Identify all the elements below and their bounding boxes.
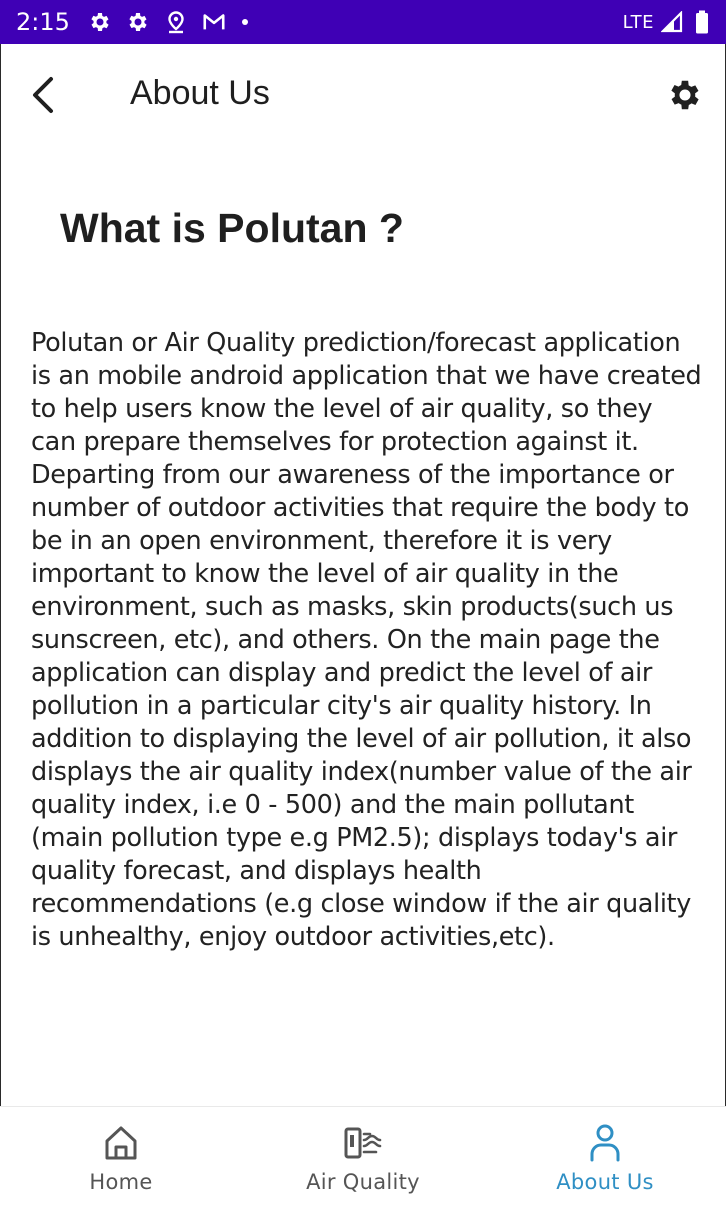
notification-dot-icon: [241, 19, 248, 25]
signal-icon: [660, 10, 684, 34]
nav-label-air-quality: Air Quality: [306, 1170, 420, 1194]
nav-label-about-us: About Us: [556, 1170, 654, 1194]
nav-label-home: Home: [89, 1170, 153, 1194]
settings-icon: [88, 10, 112, 34]
nav-item-air-quality[interactable]: Air Quality: [242, 1107, 484, 1209]
location-icon: [164, 10, 188, 34]
back-arrow-icon: [33, 77, 53, 113]
back-button[interactable]: [22, 72, 62, 118]
status-bar: 2:15 LTE: [0, 0, 726, 44]
status-right: LTE: [623, 0, 714, 44]
gear-icon: [671, 80, 699, 110]
bottom-navigation: Home Air Quality About Us: [0, 1106, 726, 1209]
page-title: About Us: [130, 74, 270, 112]
nav-item-about-us[interactable]: About Us: [484, 1107, 726, 1209]
home-icon: [101, 1123, 141, 1163]
person-icon: [585, 1123, 625, 1163]
settings-icon: [126, 10, 150, 34]
app-bar: About Us: [0, 44, 726, 148]
gmail-icon: [202, 10, 226, 34]
air-quality-icon: [343, 1123, 383, 1163]
status-icons: [88, 10, 248, 34]
nav-item-home[interactable]: Home: [0, 1107, 242, 1209]
section-heading: What is Polutan ?: [60, 205, 404, 251]
network-type: LTE: [622, 11, 654, 33]
battery-icon: [690, 10, 714, 34]
status-time: 2:15: [16, 8, 70, 36]
about-paragraph: Polutan or Air Quality prediction/foreca…: [31, 328, 702, 952]
settings-button[interactable]: [662, 72, 708, 118]
